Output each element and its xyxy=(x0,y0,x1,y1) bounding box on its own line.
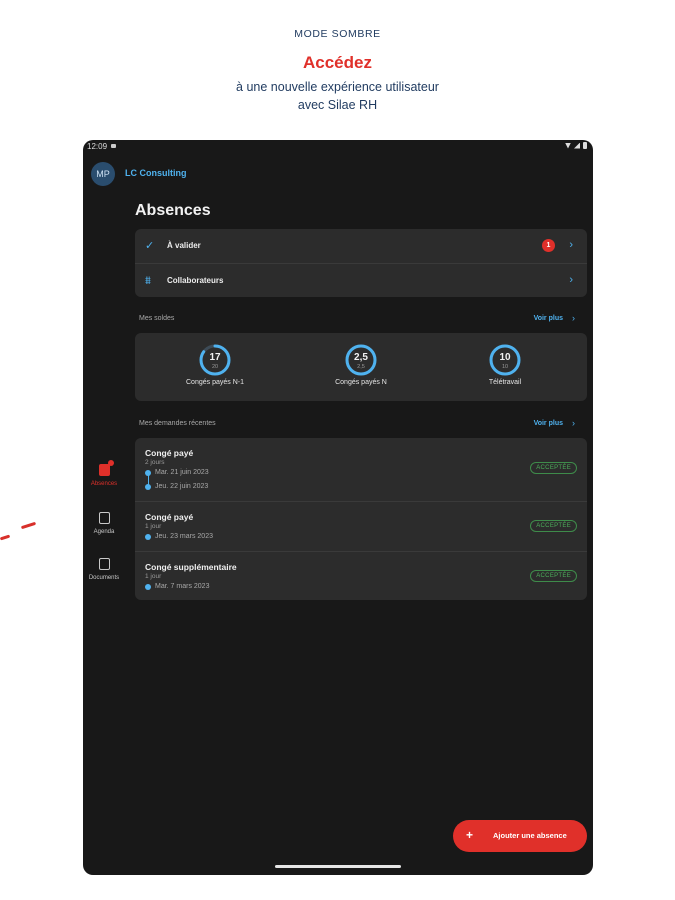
promo-mode-label: MODE SOMBRE xyxy=(294,28,381,40)
sidebar-item-agenda[interactable]: Agenda xyxy=(83,512,125,535)
balance-item[interactable]: 10 10 Télétravail xyxy=(445,343,565,386)
request-duration: 1 jour xyxy=(145,573,162,580)
add-absence-label: Ajouter une absence xyxy=(493,831,567,840)
chevron-right-icon[interactable]: › xyxy=(572,313,575,323)
request-title: Congé payé xyxy=(145,448,194,458)
balance-total: 10 xyxy=(501,364,509,370)
balance-gauge: 10 10 xyxy=(488,343,522,377)
request-date: Jeu. 22 juin 2023 xyxy=(155,483,209,490)
request-date: Mar. 7 mars 2023 xyxy=(155,583,210,590)
check-icon: ✓ xyxy=(145,240,155,252)
balance-value: 17 xyxy=(209,352,221,363)
balance-gauge: 2,5 2,5 xyxy=(344,343,378,377)
signal-icon xyxy=(574,142,580,149)
request-title: Congé payé xyxy=(145,512,194,522)
balance-total: 2,5 xyxy=(357,364,365,370)
battery-icon xyxy=(583,142,587,149)
request-item[interactable]: Congé supplémentaire 1 jour Mar. 7 mars … xyxy=(135,551,587,600)
request-date: Jeu. 23 mars 2023 xyxy=(155,533,213,540)
sidebar-item-absences[interactable]: Absences xyxy=(83,460,125,487)
decorative-dash xyxy=(0,534,11,541)
section-title-balances: Mes soldes xyxy=(139,315,175,322)
sidebar-item-label: Agenda xyxy=(93,529,115,535)
balance-gauge: 17 20 xyxy=(198,343,232,377)
requests-card: Congé payé 2 jours Mar. 21 juin 2023 Jeu… xyxy=(135,438,587,600)
balance-value: 10 xyxy=(499,352,511,363)
page-title: Absences xyxy=(135,202,211,219)
row-collaborateurs[interactable]: ⩩ Collaborateurs › xyxy=(135,263,587,297)
see-more-balances-link[interactable]: Voir plus xyxy=(534,315,563,322)
team-icon: ⩩ xyxy=(145,275,151,287)
balance-item[interactable]: 2,5 2,5 Congés payés N xyxy=(301,343,421,386)
row-label: Collaborateurs xyxy=(167,276,224,285)
quick-actions-card: ✓ À valider 1 › ⩩ Collaborateurs › xyxy=(135,229,587,297)
document-icon xyxy=(98,558,110,570)
date-dot xyxy=(145,470,151,476)
request-duration: 1 jour xyxy=(145,523,162,530)
row-label: À valider xyxy=(167,241,201,250)
app-bar: MP LC Consulting xyxy=(83,154,593,190)
promo-line-2: avec Silae RH xyxy=(297,98,378,112)
decorative-dash xyxy=(20,521,37,530)
sidebar-item-documents[interactable]: Documents xyxy=(83,558,125,581)
chevron-right-icon: › xyxy=(569,239,573,251)
absences-icon xyxy=(98,464,110,476)
wifi-icon xyxy=(565,142,571,149)
status-badge: ACCEPTÉE xyxy=(530,570,577,582)
avatar[interactable]: MP xyxy=(91,162,115,186)
sidebar-item-label: Absences xyxy=(90,481,118,487)
request-item[interactable]: Congé payé 1 jour Jeu. 23 mars 2023 ACCE… xyxy=(135,501,587,551)
balance-label: Congés payés N-1 xyxy=(186,379,244,386)
row-a-valider[interactable]: ✓ À valider 1 › xyxy=(135,229,587,263)
sidebar-item-label: Documents xyxy=(88,575,120,581)
status-icons xyxy=(565,142,587,149)
date-dot xyxy=(145,584,151,590)
status-bar: 12:09 xyxy=(83,140,593,153)
status-badge: ACCEPTÉE xyxy=(530,520,577,532)
request-title: Congé supplémentaire xyxy=(145,562,237,572)
calendar-icon xyxy=(98,512,110,524)
balances-card: 17 20 Congés payés N-1 2,5 2,5 Congés pa… xyxy=(135,333,587,401)
date-dot xyxy=(145,484,151,490)
notification-icon xyxy=(111,144,116,148)
promo-line-1: à une nouvelle expérience utilisateur xyxy=(236,80,439,94)
notification-badge xyxy=(108,460,114,466)
balance-total: 20 xyxy=(211,364,219,370)
request-item[interactable]: Congé payé 2 jours Mar. 21 juin 2023 Jeu… xyxy=(135,438,587,501)
count-badge: 1 xyxy=(542,239,555,252)
plus-icon: + xyxy=(466,828,474,842)
home-indicator[interactable] xyxy=(275,865,401,868)
balance-value: 2,5 xyxy=(354,352,368,363)
status-time: 12:09 xyxy=(87,142,108,151)
balance-label: Congés payés N xyxy=(335,379,387,386)
balance-item[interactable]: 17 20 Congés payés N-1 xyxy=(155,343,275,386)
company-name[interactable]: LC Consulting xyxy=(125,168,187,178)
section-title-requests: Mes demandes récentes xyxy=(139,420,216,427)
tablet-screen: 12:09 MP LC Consulting Absences Agenda D… xyxy=(83,140,593,875)
see-more-requests-link[interactable]: Voir plus xyxy=(534,420,563,427)
balance-label: Télétravail xyxy=(488,379,522,386)
chevron-right-icon: › xyxy=(569,274,573,286)
request-date: Mar. 21 juin 2023 xyxy=(155,469,209,476)
chevron-right-icon[interactable]: › xyxy=(572,418,575,428)
status-badge: ACCEPTÉE xyxy=(530,462,577,474)
request-duration: 2 jours xyxy=(145,459,165,466)
date-dot xyxy=(145,534,151,540)
add-absence-button[interactable]: + Ajouter une absence xyxy=(453,820,587,852)
promo-headline: Accédez xyxy=(303,53,372,72)
